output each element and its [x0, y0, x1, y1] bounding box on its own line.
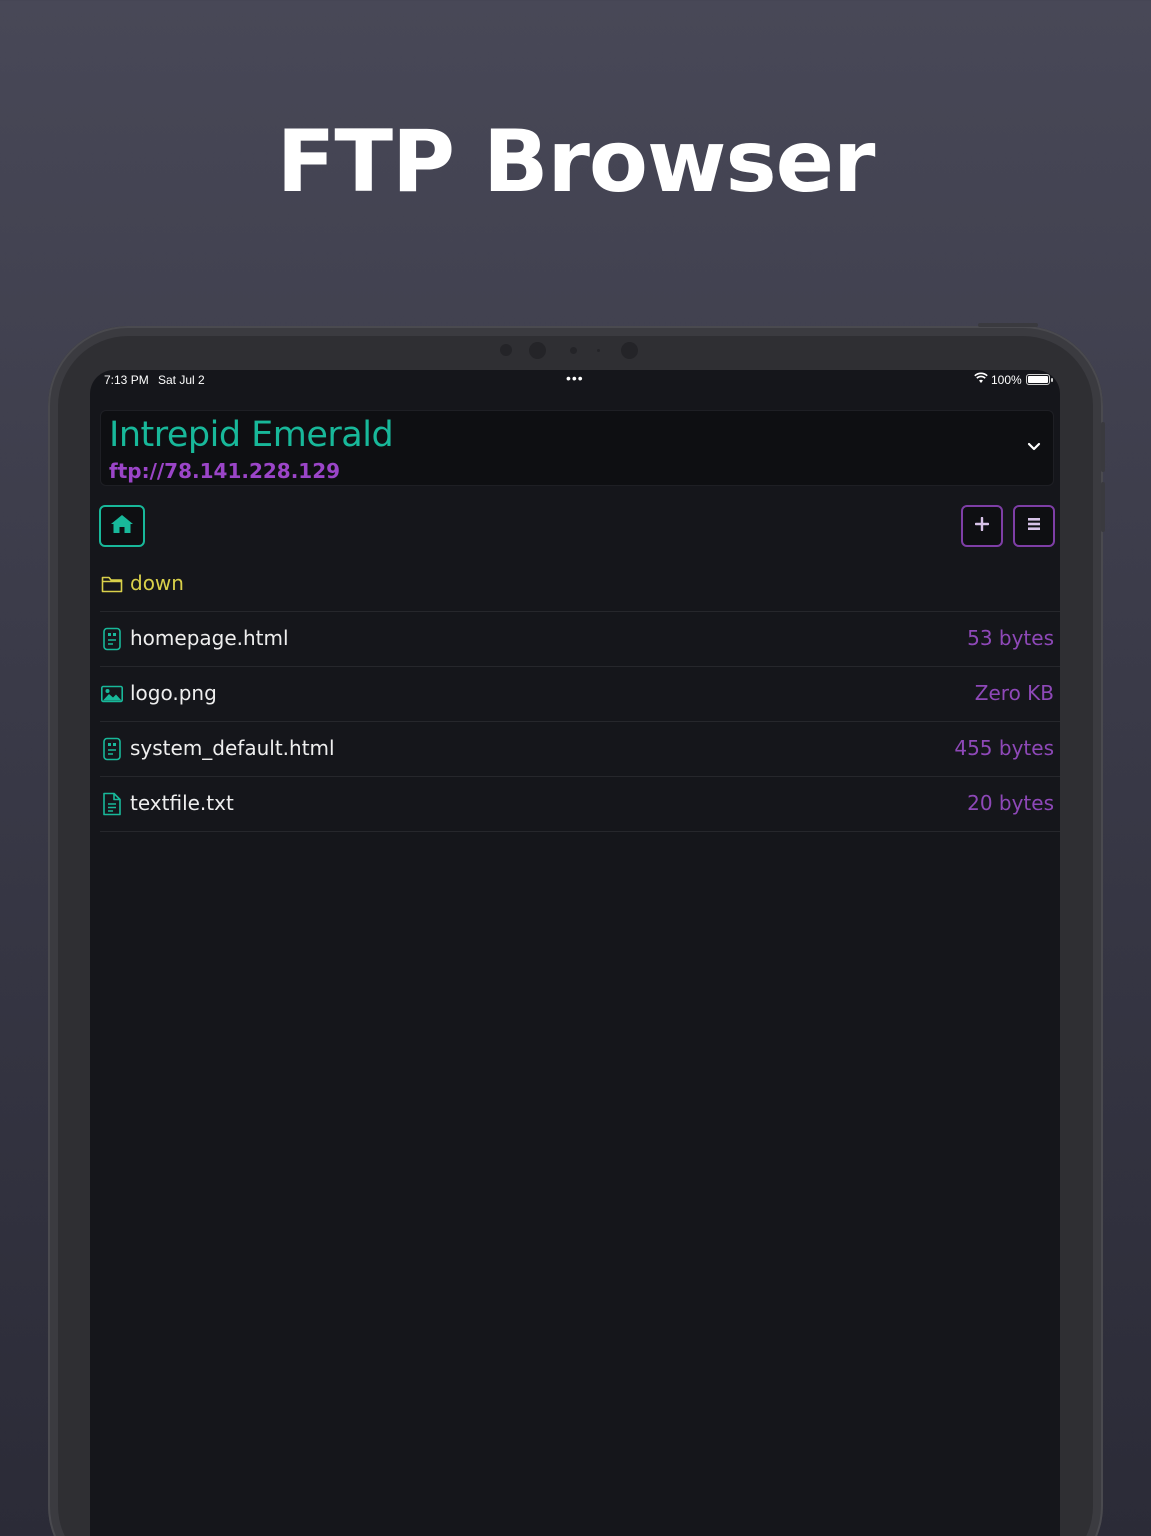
list-item-file[interactable]: system_default.html 455 bytes — [100, 722, 1060, 777]
tablet-top-button — [978, 323, 1038, 327]
plus-icon — [974, 516, 990, 536]
file-size: Zero KB — [974, 681, 1054, 705]
file-name: logo.png — [130, 681, 217, 705]
folder-icon — [101, 572, 123, 596]
menu-button[interactable] — [1013, 505, 1055, 547]
camera-dot-3 — [621, 342, 638, 359]
file-name: system_default.html — [130, 736, 335, 760]
html-file-icon — [101, 737, 123, 761]
server-name: Intrepid Emerald — [109, 415, 394, 455]
camera-sensor — [570, 347, 577, 354]
multitask-dots[interactable]: ••• — [566, 370, 584, 386]
home-button[interactable] — [99, 505, 145, 547]
status-bar: 7:13 PM Sat Jul 2 ••• 100% — [90, 370, 1060, 390]
promo-headline: FTP Browser — [276, 112, 876, 212]
wifi-icon — [974, 372, 988, 387]
list-item-folder[interactable]: down — [100, 557, 1060, 612]
battery-icon — [1026, 374, 1053, 385]
list-item-file[interactable]: homepage.html 53 bytes — [100, 612, 1060, 667]
image-file-icon — [101, 682, 123, 706]
file-size: 20 bytes — [967, 791, 1054, 815]
list-icon — [1027, 517, 1041, 536]
html-file-icon — [101, 627, 123, 651]
tablet-volume-up-button — [1101, 422, 1105, 472]
status-date: Sat Jul 2 — [158, 373, 205, 387]
file-name: textfile.txt — [130, 791, 234, 815]
camera-lens — [529, 342, 546, 359]
app-screen: 7:13 PM Sat Jul 2 ••• 100% Intrepid Emer… — [90, 370, 1060, 1536]
camera-dot-1 — [500, 344, 512, 356]
camera-dot-2 — [597, 349, 600, 352]
server-url: ftp://78.141.228.129 — [109, 459, 341, 483]
file-list: down homepage.html 53 bytes logo.png Zer… — [90, 557, 1060, 832]
list-item-file[interactable]: textfile.txt 20 bytes — [100, 777, 1060, 832]
status-time: 7:13 PM — [104, 373, 149, 387]
text-file-icon — [101, 792, 123, 816]
file-size: 455 bytes — [954, 736, 1054, 760]
tablet-volume-down-button — [1101, 482, 1105, 532]
battery-percent: 100% — [991, 373, 1022, 387]
file-size: 53 bytes — [967, 626, 1054, 650]
add-button[interactable] — [961, 505, 1003, 547]
chevron-down-icon[interactable] — [1027, 439, 1041, 457]
list-item-file[interactable]: logo.png Zero KB — [100, 667, 1060, 722]
home-icon — [110, 514, 134, 539]
file-name: down — [130, 571, 184, 595]
server-selector[interactable]: Intrepid Emerald ftp://78.141.228.129 — [100, 410, 1054, 486]
file-name: homepage.html — [130, 626, 289, 650]
